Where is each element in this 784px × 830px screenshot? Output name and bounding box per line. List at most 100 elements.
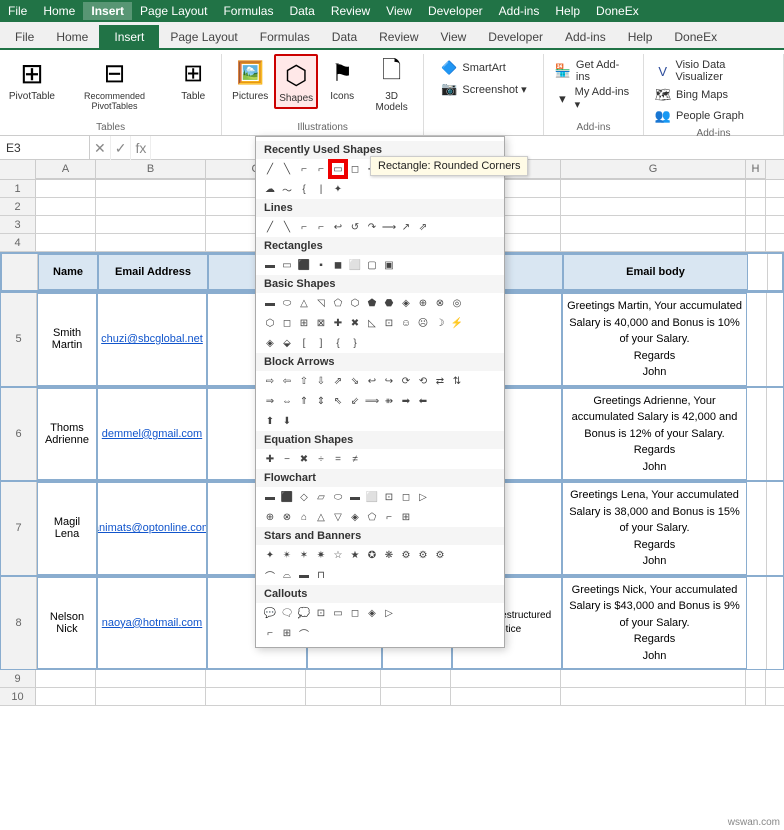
line5[interactable]: ↩	[330, 219, 346, 235]
ba15[interactable]: ⇑	[296, 393, 312, 409]
bs6[interactable]: ⬡	[347, 295, 363, 311]
my-addins-button[interactable]: ▾ My Add-ins ▾	[550, 85, 637, 112]
tab-addins[interactable]: Add-ins	[554, 25, 617, 48]
cell-f10[interactable]	[451, 688, 561, 705]
right-angle-shape[interactable]: ⌐	[296, 161, 312, 177]
pivottable-button[interactable]: ⊞ PivotTable	[6, 54, 58, 105]
co5[interactable]: ▭	[330, 605, 346, 621]
bs12[interactable]: ◎	[449, 295, 465, 311]
rect3[interactable]: ⬛	[296, 257, 312, 273]
cell-h9[interactable]	[746, 670, 766, 687]
rect2[interactable]: ▭	[279, 257, 295, 273]
fc16[interactable]: ◈	[347, 509, 363, 525]
ba18[interactable]: ⇙	[347, 393, 363, 409]
line1[interactable]: ╱	[262, 219, 278, 235]
bs11[interactable]: ⊗	[432, 295, 448, 311]
fc14[interactable]: △	[313, 509, 329, 525]
get-addins-button[interactable]: 🏪 Get Add-ins	[550, 58, 637, 84]
rect1[interactable]: ▬	[262, 257, 278, 273]
bs15[interactable]: ⊞	[296, 315, 312, 331]
visio-button[interactable]: V Visio Data Visualizer	[650, 58, 777, 84]
col-header-g[interactable]: G	[561, 160, 746, 179]
st4[interactable]: ✷	[313, 547, 329, 563]
ba21[interactable]: ➡	[398, 393, 414, 409]
bs18[interactable]: ✖	[347, 315, 363, 331]
smartart-button[interactable]: 🔷 SmartArt	[436, 58, 530, 78]
menu-developer[interactable]: Developer	[420, 2, 491, 20]
bs27[interactable]: [	[296, 335, 312, 351]
bs7[interactable]: ⬟	[364, 295, 380, 311]
ba12[interactable]: ⇅	[449, 373, 465, 389]
fc19[interactable]: ⊞	[398, 509, 414, 525]
cell-a4[interactable]	[36, 234, 96, 251]
cell-g2[interactable]	[561, 198, 746, 215]
rect-shape[interactable]: ◻	[347, 161, 363, 177]
cell-a9[interactable]	[36, 670, 96, 687]
line8[interactable]: ⟶	[381, 219, 397, 235]
bs1[interactable]: ▬	[262, 295, 278, 311]
ba3[interactable]: ⇧	[296, 373, 312, 389]
eq5[interactable]: =	[330, 451, 346, 467]
cell-a3[interactable]	[36, 216, 96, 233]
fc2[interactable]: ⬛	[279, 489, 295, 505]
menu-doneex[interactable]: DoneEx	[588, 2, 647, 20]
bs3[interactable]: △	[296, 295, 312, 311]
ba19[interactable]: ⟹	[364, 393, 380, 409]
cell-b2[interactable]	[96, 198, 206, 215]
bs5[interactable]: ⬠	[330, 295, 346, 311]
cell-d10[interactable]	[306, 688, 381, 705]
bs17[interactable]: ✚	[330, 315, 346, 331]
shapes-button[interactable]: ⬡ Shapes	[274, 54, 318, 109]
st10[interactable]: ⚙	[415, 547, 431, 563]
cell-b10[interactable]	[96, 688, 206, 705]
eq2[interactable]: −	[279, 451, 295, 467]
fc18[interactable]: ⌐	[381, 509, 397, 525]
eq3[interactable]: ✖	[296, 451, 312, 467]
menu-insert[interactable]: Insert	[83, 2, 132, 20]
rounded-rect-shape[interactable]: ▭	[330, 161, 346, 177]
co3[interactable]: 💭	[296, 605, 312, 621]
bent-shape[interactable]: ⌐	[313, 161, 329, 177]
brace-left[interactable]: {	[296, 181, 312, 197]
email-link-5[interactable]: chuzi@sbcglobal.net	[101, 333, 203, 345]
cell-b9[interactable]	[96, 670, 206, 687]
tab-doneex[interactable]: DoneEx	[663, 25, 728, 48]
ba9[interactable]: ⟳	[398, 373, 414, 389]
line6[interactable]: ↺	[347, 219, 363, 235]
co10[interactable]: ⊞	[279, 625, 295, 641]
ba5[interactable]: ⇗	[330, 373, 346, 389]
fc17[interactable]: ⬠	[364, 509, 380, 525]
menu-page-layout[interactable]: Page Layout	[132, 2, 215, 20]
ba7[interactable]: ↩	[364, 373, 380, 389]
email-link-7[interactable]: animats@optonline.com	[97, 522, 207, 534]
tab-view[interactable]: View	[430, 25, 478, 48]
fc11[interactable]: ⊕	[262, 509, 278, 525]
cell-email-6[interactable]: demmel@gmail.com	[97, 388, 207, 481]
bs29[interactable]: {	[330, 335, 346, 351]
bs21[interactable]: ☺	[398, 315, 414, 331]
bs2[interactable]: ⬭	[279, 295, 295, 311]
ba6[interactable]: ⇘	[347, 373, 363, 389]
star-shape[interactable]: ✦	[330, 181, 346, 197]
fc5[interactable]: ⬭	[330, 489, 346, 505]
insert-function-btn[interactable]: fx	[131, 136, 151, 160]
cell-h3[interactable]	[746, 216, 766, 233]
co6[interactable]: ◻	[347, 605, 363, 621]
diag-line-shape[interactable]: ╲	[279, 161, 295, 177]
eq6[interactable]: ≠	[347, 451, 363, 467]
confirm-formula-btn[interactable]: ✓	[111, 136, 132, 160]
cell-email-7[interactable]: animats@optonline.com	[97, 482, 207, 575]
rect8[interactable]: ▣	[381, 257, 397, 273]
st12[interactable]: ⌒	[262, 567, 278, 583]
bs19[interactable]: ◺	[364, 315, 380, 331]
cell-f9[interactable]	[451, 670, 561, 687]
cell-g4[interactable]	[561, 234, 746, 251]
pictures-button[interactable]: 🖼️ Pictures	[228, 54, 272, 105]
tab-help[interactable]: Help	[617, 25, 664, 48]
cell-h4[interactable]	[746, 234, 766, 251]
email-link-8[interactable]: naoya@hotmail.com	[102, 617, 202, 629]
co2[interactable]: 🗨	[279, 605, 295, 621]
rect7[interactable]: ▢	[364, 257, 380, 273]
st2[interactable]: ✴	[279, 547, 295, 563]
menu-home[interactable]: Home	[35, 2, 83, 20]
